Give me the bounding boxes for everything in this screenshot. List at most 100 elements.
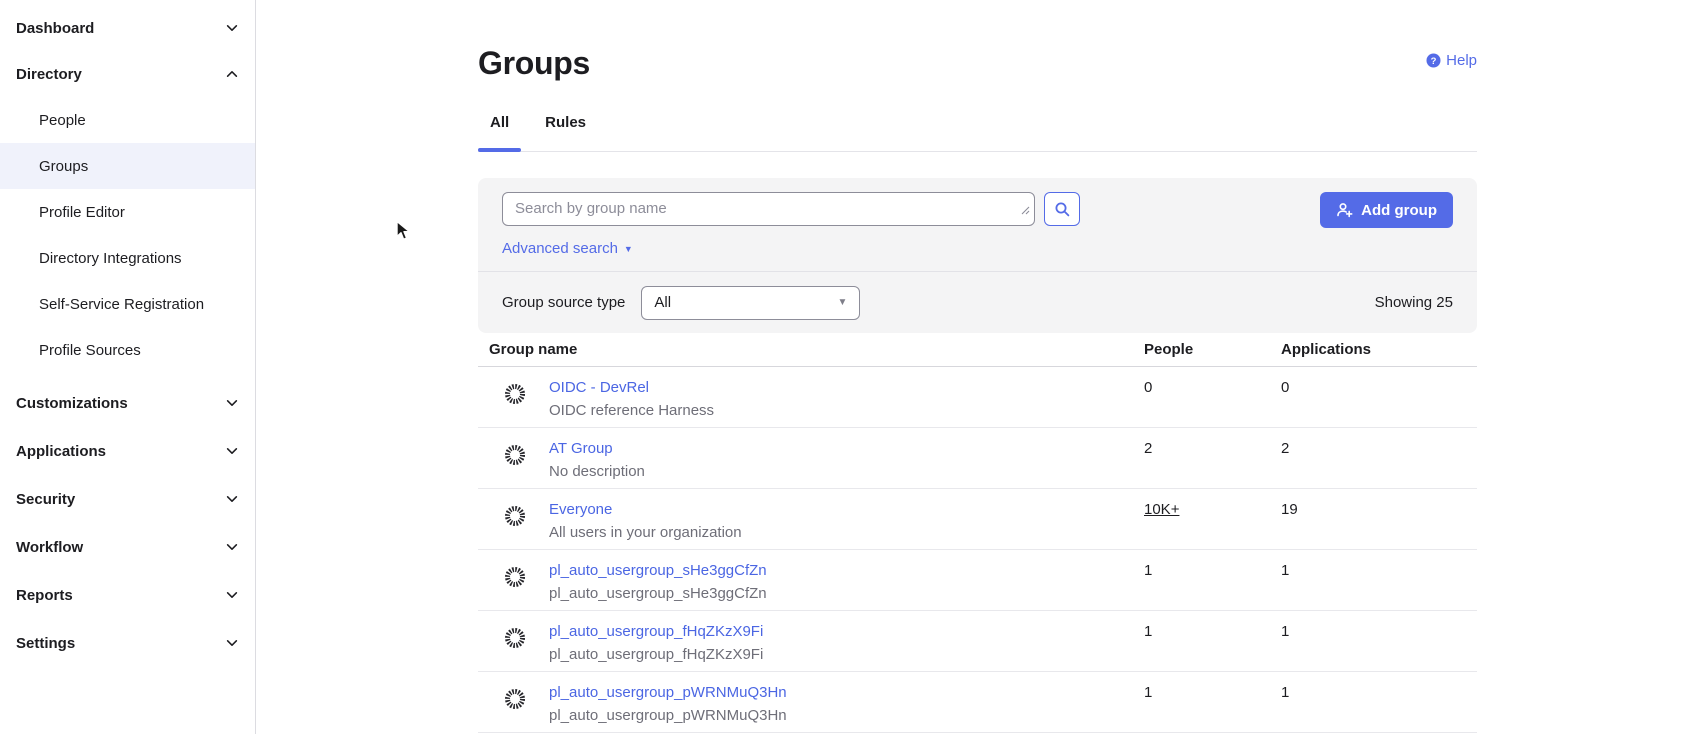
table-row: pl_auto_usergroup_fHqZKzX9Fi pl_auto_use… (478, 611, 1477, 672)
column-header-people: People (1144, 341, 1281, 358)
advanced-search-label: Advanced search (502, 240, 618, 257)
group-name-link[interactable]: pl_auto_usergroup_fHqZKzX9Fi (549, 622, 763, 642)
help-icon: ? (1426, 53, 1441, 68)
sidebar-item-workflow[interactable]: Workflow (0, 523, 255, 571)
table-row: pl_auto_usergroup_pWRNMuQ3Hn pl_auto_use… (478, 672, 1477, 733)
tab-all-label: All (490, 114, 509, 131)
tab-all[interactable]: All (478, 110, 521, 151)
people-count: 2 (1144, 439, 1281, 459)
sidebar-item-settings[interactable]: Settings (0, 619, 255, 667)
table-row: Everyone All users in your organization … (478, 489, 1477, 550)
sidebar-item-security[interactable]: Security (0, 475, 255, 523)
group-description: All users in your organization (549, 523, 742, 543)
column-header-applications: Applications (1281, 341, 1477, 358)
sidebar-item-label: Customizations (16, 395, 128, 412)
sidebar-item-label: Profile Editor (39, 204, 125, 221)
applications-count: 1 (1281, 622, 1477, 642)
people-count: 1 (1144, 683, 1281, 703)
add-group-button[interactable]: Add group (1320, 192, 1453, 228)
page-title: Groups (478, 44, 1477, 82)
sidebar-item-label: Settings (16, 635, 75, 652)
sidebar-item-directory-integrations[interactable]: Directory Integrations (0, 235, 255, 281)
group-description: pl_auto_usergroup_fHqZKzX9Fi (549, 645, 763, 665)
advanced-search-link[interactable]: Advanced search ▼ (502, 240, 633, 257)
chevron-down-icon (225, 588, 239, 602)
add-user-icon (1336, 202, 1353, 218)
group-burst-icon (503, 565, 527, 604)
people-count: 1 (1144, 622, 1281, 642)
chevron-down-icon (225, 21, 239, 35)
group-burst-icon (503, 504, 527, 543)
group-name-link[interactable]: pl_auto_usergroup_sHe3ggCfZn (549, 561, 767, 581)
sidebar-item-people[interactable]: People (0, 97, 255, 143)
sidebar-item-label: Reports (16, 587, 73, 604)
applications-count: 0 (1281, 378, 1477, 398)
table-header-row: Group name People Applications (478, 333, 1477, 367)
sidebar-item-label: Directory Integrations (39, 250, 182, 267)
group-name-link[interactable]: OIDC - DevRel (549, 378, 649, 398)
sidebar-item-groups[interactable]: Groups (0, 143, 255, 189)
group-burst-icon (503, 443, 527, 482)
applications-count: 19 (1281, 500, 1477, 520)
help-link[interactable]: ? Help (1426, 52, 1477, 69)
table-row: pl_auto_usergroup_sHe3ggCfZn pl_auto_use… (478, 550, 1477, 611)
sidebar-item-directory[interactable]: Directory (0, 51, 255, 97)
group-description: pl_auto_usergroup_sHe3ggCfZn (549, 584, 767, 604)
group-description: No description (549, 462, 645, 482)
group-description: pl_auto_usergroup_pWRNMuQ3Hn (549, 706, 787, 726)
applications-count: 1 (1281, 683, 1477, 703)
group-burst-icon (503, 382, 527, 421)
chevron-up-icon (225, 67, 239, 81)
groups-table: Group name People Applications OIDC - De… (478, 333, 1477, 733)
table-row: OIDC - DevRel OIDC reference Harness 0 0 (478, 367, 1477, 428)
caret-down-icon: ▼ (624, 244, 633, 254)
column-header-group-name: Group name (478, 341, 1144, 358)
search-button[interactable] (1044, 192, 1080, 226)
sidebar-item-label: Directory (16, 66, 82, 83)
people-count: 0 (1144, 378, 1281, 398)
group-source-type-value: All (654, 294, 671, 311)
sidebar-item-dashboard[interactable]: Dashboard (0, 5, 255, 51)
sidebar-item-profile-editor[interactable]: Profile Editor (0, 189, 255, 235)
group-description: OIDC reference Harness (549, 401, 714, 421)
people-count: 1 (1144, 561, 1281, 581)
sidebar-item-label: Workflow (16, 539, 83, 556)
sidebar-item-label: Profile Sources (39, 342, 141, 359)
sidebar-item-self-service-registration[interactable]: Self-Service Registration (0, 281, 255, 327)
sidebar-item-applications[interactable]: Applications (0, 427, 255, 475)
sidebar-item-label: People (39, 112, 86, 129)
applications-count: 1 (1281, 561, 1477, 581)
group-burst-icon (503, 687, 527, 726)
sidebar-item-label: Groups (39, 158, 88, 175)
tab-bar: All Rules (478, 110, 1477, 152)
sidebar-item-label: Security (16, 491, 75, 508)
sidebar-item-reports[interactable]: Reports (0, 571, 255, 619)
showing-count: Showing 25 (1375, 294, 1453, 311)
search-icon (1054, 201, 1071, 218)
group-name-link[interactable]: pl_auto_usergroup_pWRNMuQ3Hn (549, 683, 787, 703)
group-name-link[interactable]: AT Group (549, 439, 613, 459)
group-source-type-label: Group source type (502, 294, 625, 311)
svg-text:?: ? (1431, 56, 1437, 67)
sidebar-item-label: Self-Service Registration (39, 296, 204, 313)
people-count[interactable]: 10K+ (1144, 500, 1281, 520)
sidebar-item-label: Applications (16, 443, 106, 460)
sidebar-item-profile-sources[interactable]: Profile Sources (0, 327, 255, 373)
chevron-down-icon (225, 396, 239, 410)
tab-rules[interactable]: Rules (533, 110, 598, 151)
search-field-wrapper (502, 192, 1035, 226)
tab-rules-label: Rules (545, 114, 586, 131)
group-burst-icon (503, 626, 527, 665)
chevron-down-icon (225, 636, 239, 650)
chevron-down-icon (225, 492, 239, 506)
group-source-type-select[interactable]: All ▼ (641, 286, 860, 320)
caret-down-icon: ▼ (838, 297, 848, 308)
filter-panel: Add group Advanced search ▼ Group source… (478, 178, 1477, 333)
help-label: Help (1446, 52, 1477, 69)
sidebar-item-label: Dashboard (16, 20, 94, 37)
search-input[interactable] (502, 192, 1035, 226)
sidebar-item-customizations[interactable]: Customizations (0, 379, 255, 427)
chevron-down-icon (225, 540, 239, 554)
table-row: AT Group No description 2 2 (478, 428, 1477, 489)
group-name-link[interactable]: Everyone (549, 500, 612, 520)
